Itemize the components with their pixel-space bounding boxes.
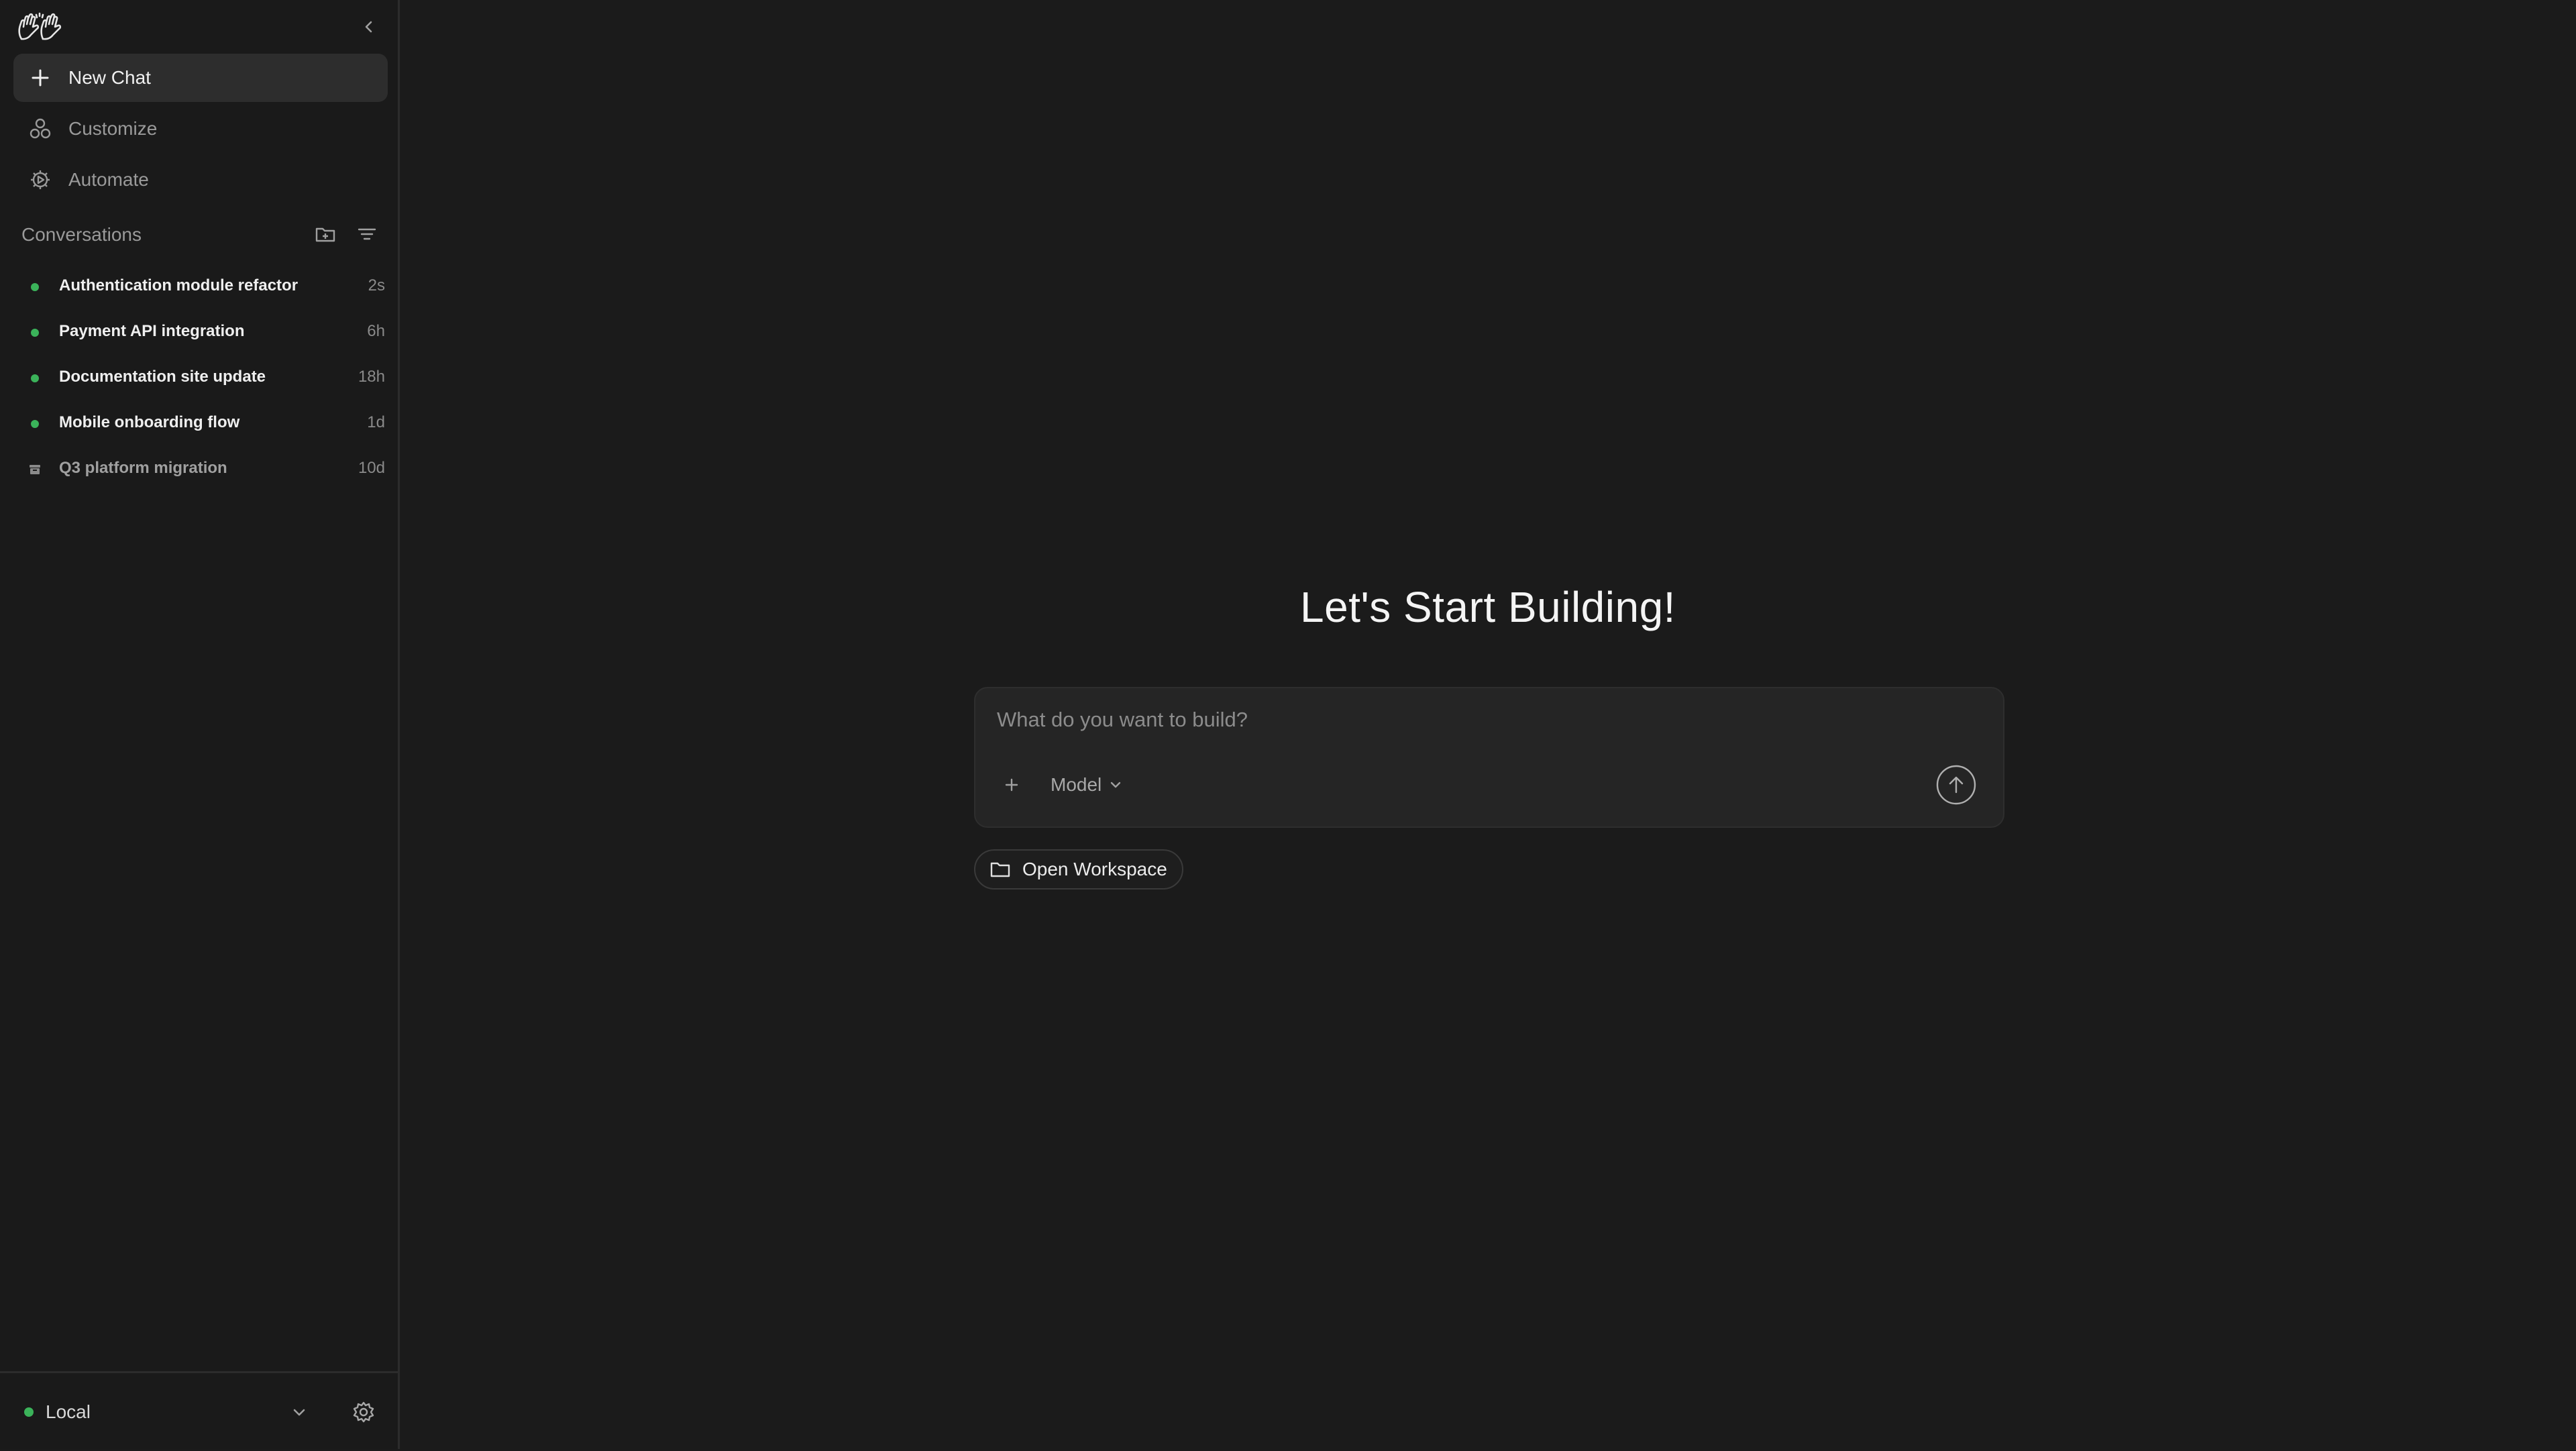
environment-selector[interactable]: Local xyxy=(24,1400,91,1424)
page-title: Let's Start Building! xyxy=(1300,583,1676,631)
active-status-dot xyxy=(31,374,39,382)
model-label: Model xyxy=(1051,774,1102,795)
new-chat-button[interactable]: New Chat xyxy=(13,54,388,102)
conversation-name: Q3 platform migration xyxy=(59,459,227,477)
conversation-name: Authentication module refactor xyxy=(59,276,299,294)
automate-button[interactable]: Automate xyxy=(13,156,388,204)
conversation-item[interactable]: Payment API integration 6h xyxy=(16,313,385,350)
conversations-title: Conversations xyxy=(21,224,142,245)
sidebar: New Chat Customize Automate Conversation… xyxy=(0,0,400,1449)
model-selector[interactable]: Model xyxy=(1051,771,1123,798)
shapes-icon xyxy=(28,117,52,141)
open-workspace-label: Open Workspace xyxy=(1022,859,1167,879)
gear-icon[interactable] xyxy=(352,1400,376,1424)
active-status-dot xyxy=(31,283,39,291)
environment-label: Local xyxy=(46,1401,91,1422)
folder-icon xyxy=(989,858,1012,881)
active-status-dot xyxy=(31,329,39,337)
active-status-dot xyxy=(31,420,39,428)
automate-label: Automate xyxy=(68,169,149,190)
new-chat-label: New Chat xyxy=(68,67,151,88)
conversation-name: Payment API integration xyxy=(59,322,245,340)
conversations-header: Conversations xyxy=(21,221,384,248)
conversation-item[interactable]: Documentation site update 18h xyxy=(16,358,385,396)
conversation-item[interactable]: Q3 platform migration 10d xyxy=(16,449,385,487)
conversation-name: Mobile onboarding flow xyxy=(59,413,240,431)
filter-icon[interactable] xyxy=(356,223,378,246)
environment-status-dot xyxy=(24,1407,34,1417)
customize-button[interactable]: Customize xyxy=(13,105,388,153)
gear-play-icon xyxy=(28,168,52,192)
attach-plus-icon[interactable] xyxy=(1002,775,1021,794)
conversation-item[interactable]: Mobile onboarding flow 1d xyxy=(16,404,385,441)
raised-hands-icon[interactable] xyxy=(16,12,63,44)
conversation-time: 2s xyxy=(368,276,385,294)
archive-icon xyxy=(29,464,41,476)
prompt-input[interactable] xyxy=(996,703,1803,737)
sidebar-footer: Local xyxy=(0,1371,398,1451)
open-workspace-button[interactable]: Open Workspace xyxy=(974,849,1183,890)
conversation-time: 1d xyxy=(367,413,385,431)
chevron-down-icon[interactable] xyxy=(290,1403,309,1421)
send-arrow-up-icon[interactable] xyxy=(1936,765,1976,805)
conversation-time: 6h xyxy=(367,322,385,340)
customize-label: Customize xyxy=(68,118,158,139)
conversation-time: 18h xyxy=(358,368,385,386)
main-panel: Let's Start Building! Model Open Workspa… xyxy=(400,0,2576,1449)
folder-plus-icon[interactable] xyxy=(314,223,337,246)
plus-icon xyxy=(28,66,52,90)
conversation-time: 10d xyxy=(358,459,385,477)
collapse-sidebar-chevron-left-icon[interactable] xyxy=(360,17,378,36)
composer: Model xyxy=(974,687,2004,828)
conversation-item[interactable]: Authentication module refactor 2s xyxy=(16,267,385,305)
conversation-name: Documentation site update xyxy=(59,368,266,386)
chevron-down-icon xyxy=(1108,777,1123,792)
